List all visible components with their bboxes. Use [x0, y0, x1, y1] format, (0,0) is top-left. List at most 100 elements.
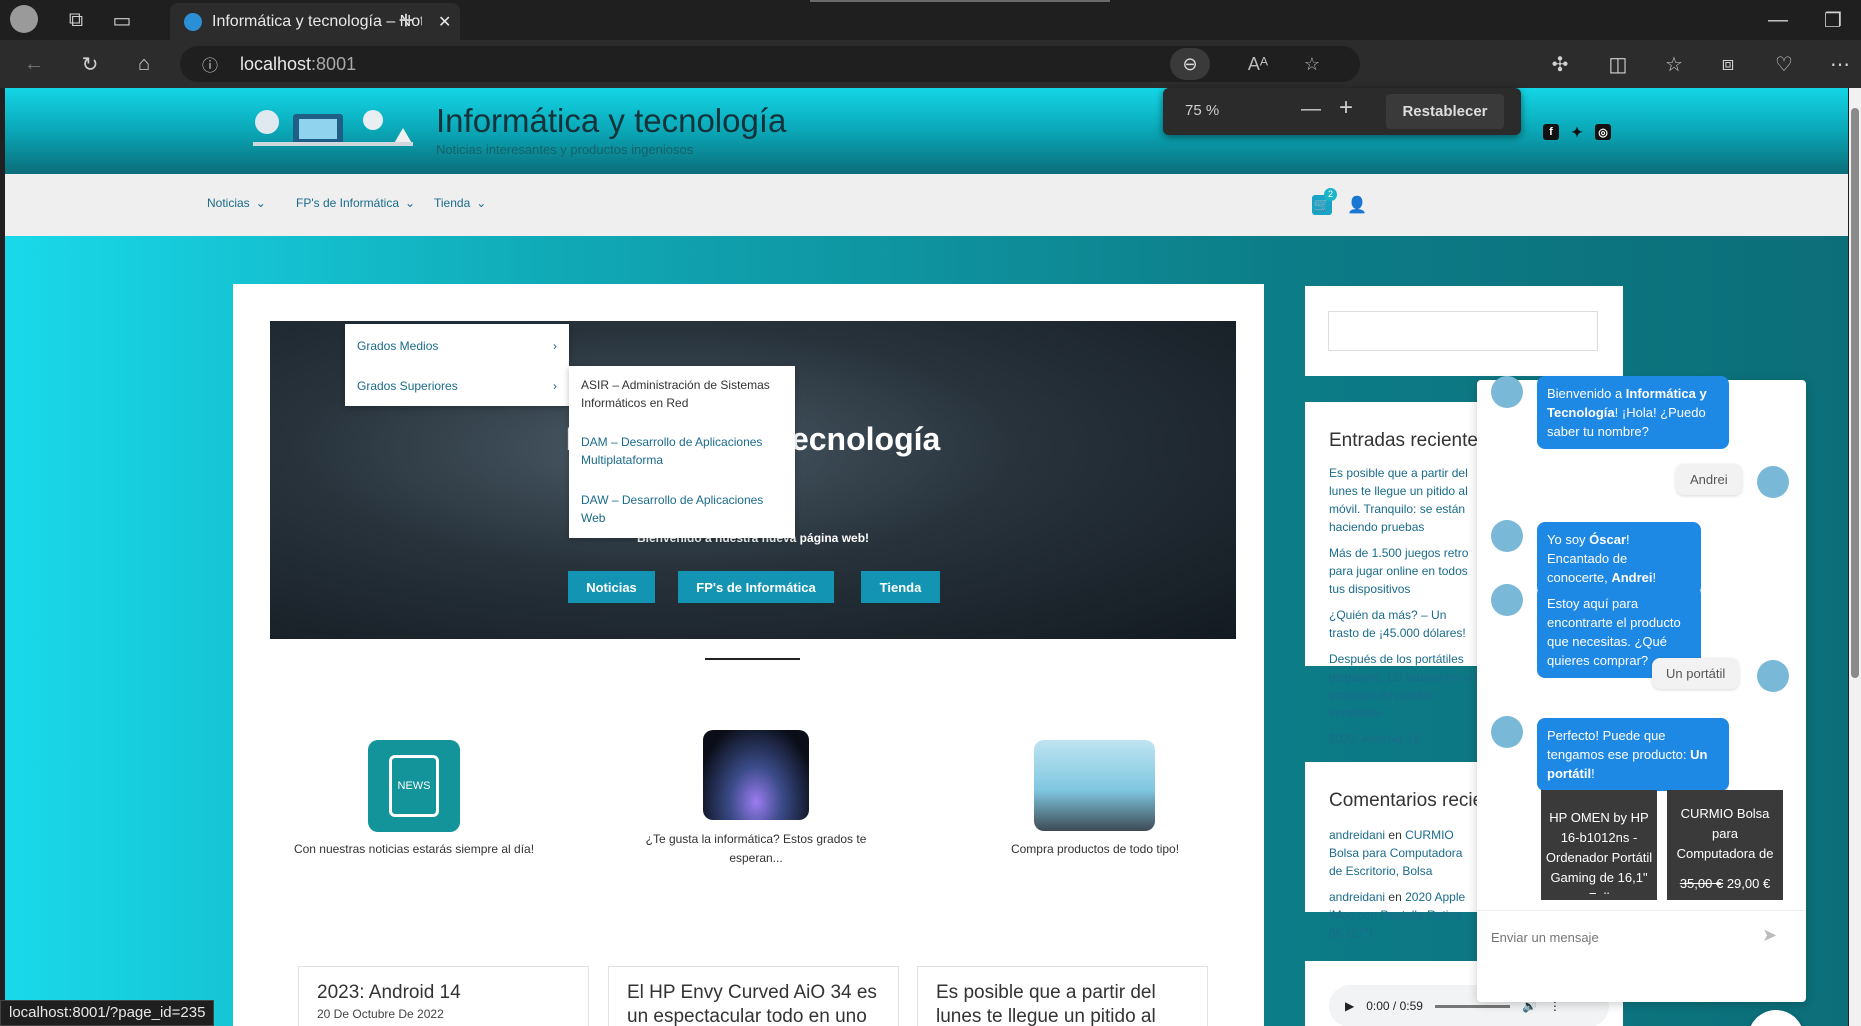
sidebar-search-input[interactable]: [1328, 311, 1598, 351]
url-field[interactable]: ⓘ localhost:8001 ⊖ Aᴬ ☆: [180, 46, 1360, 82]
home-icon[interactable]: ⌂: [126, 46, 162, 82]
cart-count-badge: 2: [1324, 188, 1337, 201]
bot-avatar: [1491, 716, 1523, 748]
product-card[interactable]: HP OMEN by HP 16-b1012ns - Ordenador Por…: [1541, 790, 1657, 900]
audio-progress[interactable]: [1434, 1004, 1510, 1008]
bot-avatar: [1491, 376, 1523, 408]
menu-item-asir[interactable]: ASIR – Administración de Sistemas Inform…: [581, 376, 781, 412]
play-icon[interactable]: ▶: [1345, 999, 1354, 1013]
mouse-image[interactable]: [703, 730, 809, 820]
menu-item-grados-medios[interactable]: Grados Medios ›: [357, 339, 557, 353]
main-nav: Noticias ⌄ FP's de Informática ⌄ Tienda ⌄ 🛒…: [5, 174, 1848, 236]
chat-message-input[interactable]: [1491, 923, 1741, 951]
twitter-icon[interactable]: ✦: [1569, 124, 1585, 140]
minimize-icon[interactable]: —: [1760, 2, 1796, 38]
chevron-down-icon: ⌄: [476, 196, 487, 210]
msg-text: Bienvenido a: [1547, 386, 1626, 401]
hero-button-fps[interactable]: FP's de Informática: [678, 571, 834, 603]
collections-icon[interactable]: ⧈: [1710, 46, 1746, 82]
zoom-icon[interactable]: ⊖: [1170, 48, 1210, 80]
recent-comment: andreidani en 2020 Apple iMac con Pantal…: [1329, 888, 1479, 942]
user-avatar: [1757, 466, 1789, 498]
superiores-submenu: ASIR – Administración de Sistemas Inform…: [569, 366, 795, 538]
read-aloud-icon[interactable]: Aᴬ: [1248, 54, 1268, 75]
zoom-out-button[interactable]: —: [1301, 98, 1321, 121]
profile-avatar[interactable]: [10, 5, 38, 33]
comment-author[interactable]: andreidani: [1329, 828, 1385, 842]
url-host: localhost: [240, 53, 312, 74]
hero-button-noticias[interactable]: Noticias: [568, 571, 655, 603]
nav-item-fps[interactable]: FP's de Informática ⌄: [296, 196, 415, 210]
msg-text: !: [1652, 570, 1657, 585]
nav-label: Noticias: [207, 196, 250, 210]
scrollbar-thumb[interactable]: [1851, 108, 1859, 678]
menu-item-dam[interactable]: DAM – Desarrollo de Aplicaciones Multipl…: [581, 433, 781, 469]
zoom-level: 75 %: [1185, 102, 1220, 119]
post-title[interactable]: 2023: Android 14: [317, 981, 570, 1005]
address-toolbar: ← ↻ ⌂ ⓘ localhost:8001 ⊖ Aᴬ ☆ ✣ ◫ ☆ ⧈ ♡ …: [0, 40, 1861, 88]
extensions-icon[interactable]: ✣: [1542, 46, 1578, 82]
status-url-tooltip: localhost:8001/?page_id=235: [0, 1000, 215, 1026]
news-tablet-image[interactable]: NEWS: [368, 740, 460, 832]
bot-message: Yo soy Óscar! Encantado de conocerte, An…: [1537, 522, 1701, 595]
chevron-right-icon: ›: [553, 339, 557, 353]
zoom-reset-button[interactable]: Restablecer: [1386, 94, 1504, 129]
site-title[interactable]: Informática y tecnología: [436, 102, 786, 140]
divider: [705, 658, 800, 660]
nav-item-tienda[interactable]: Tienda ⌄: [434, 196, 486, 210]
url-port: :8001: [311, 53, 357, 74]
product-card[interactable]: CURMIO Bolsa para Computadora de Escrito…: [1667, 790, 1783, 900]
menu-item-grados-superiores[interactable]: Grados Superiores ›: [357, 379, 557, 393]
chevron-down-icon: ⌄: [255, 196, 266, 210]
product-price: 29,00 €: [1726, 876, 1771, 891]
workspaces-icon[interactable]: ⧉: [58, 2, 94, 38]
favorites-icon[interactable]: ☆: [1656, 46, 1692, 82]
site-logo[interactable]: [243, 100, 423, 160]
comment-author[interactable]: andreidani: [1329, 890, 1385, 904]
post-card[interactable]: Es posible que a partir del lunes te lle…: [917, 966, 1208, 1026]
back-icon[interactable]: ←: [16, 46, 52, 82]
post-card[interactable]: 2023: Android 14 20 De Octubre De 2022: [298, 966, 589, 1026]
refresh-icon[interactable]: ↻: [72, 46, 108, 82]
facebook-icon[interactable]: f: [1543, 124, 1559, 140]
user-message: Andrei: [1676, 464, 1742, 495]
recent-post-link[interactable]: 2023: Android 14: [1329, 730, 1479, 748]
msg-bold: Andrei: [1611, 570, 1653, 585]
browser-essentials-icon[interactable]: ♡: [1766, 46, 1802, 82]
zoom-in-button[interactable]: +: [1339, 94, 1353, 122]
post-title[interactable]: El HP Envy Curved AiO 34 es un espectacu…: [627, 981, 880, 1026]
menu-label: Grados Superiores: [357, 379, 458, 393]
chevron-down-icon: ⌄: [405, 196, 416, 210]
recent-post-link[interactable]: Más de 1.500 juegos retro para jugar onl…: [1329, 544, 1479, 598]
shopping-laptop-image[interactable]: [1034, 740, 1155, 831]
new-tab-icon[interactable]: +: [388, 2, 424, 38]
site-info-icon[interactable]: ⓘ: [202, 52, 218, 76]
chevron-right-icon: ›: [553, 379, 557, 393]
favorite-star-icon[interactable]: ☆: [1304, 54, 1320, 75]
sidebar-search-widget: [1305, 286, 1623, 376]
site-header: Informática y tecnología Noticias intere…: [5, 88, 1848, 174]
recent-post-link[interactable]: Después de los portátiles plegables, LG …: [1329, 650, 1479, 722]
recent-post-link[interactable]: ¿Quién da más? – Un trasto de ¡45.000 dó…: [1329, 606, 1479, 642]
post-title[interactable]: Es posible que a partir del lunes te lle…: [936, 981, 1189, 1026]
comment-on: en: [1388, 828, 1402, 842]
product-name: HP OMEN by HP 16-b1012ns - Ordenador Por…: [1545, 810, 1653, 894]
tab-actions-icon[interactable]: ▭: [104, 2, 140, 38]
split-screen-icon[interactable]: ◫: [1600, 46, 1636, 82]
send-icon[interactable]: ➤: [1762, 925, 1777, 946]
more-menu-icon[interactable]: ⋯: [1822, 46, 1858, 82]
recent-post-link[interactable]: Es posible que a partir del lunes te lle…: [1329, 464, 1479, 536]
product-old-price: 35,00 €: [1679, 876, 1724, 891]
instagram-icon[interactable]: ◎: [1595, 124, 1611, 140]
hero-button-tienda[interactable]: Tienda: [861, 571, 940, 603]
feature-text-tienda: Compra productos de todo tipo!: [1010, 842, 1180, 856]
nav-item-noticias[interactable]: Noticias ⌄: [207, 196, 266, 210]
menu-item-daw[interactable]: DAW – Desarrollo de Aplicaciones Web: [581, 491, 781, 527]
restore-icon[interactable]: ❐: [1815, 2, 1851, 38]
close-tab-icon[interactable]: ✕: [438, 12, 451, 32]
page-scrollbar[interactable]: [1849, 88, 1861, 1026]
close-icon: ✕: [1761, 1017, 1791, 1026]
post-card[interactable]: El HP Envy Curved AiO 34 es un espectacu…: [608, 966, 899, 1026]
account-icon[interactable]: 👤: [1347, 195, 1367, 215]
feature-text-news: Con nuestras noticias estarás siempre al…: [293, 842, 535, 856]
